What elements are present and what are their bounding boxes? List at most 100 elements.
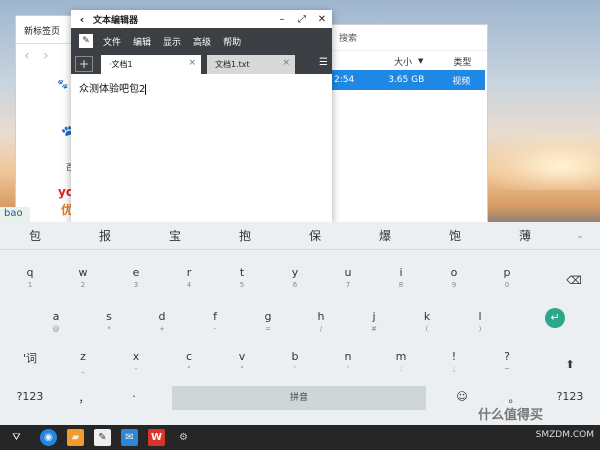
key-e[interactable]: e3 — [110, 258, 162, 294]
key-label: h — [317, 310, 325, 323]
candidate[interactable]: 宝 — [140, 227, 210, 244]
key-k[interactable]: k( — [401, 302, 453, 338]
mail-icon[interactable]: ✉ — [121, 429, 138, 446]
text-editor-window[interactable]: ‹ 文本编辑器 – ⤢ ✕ ✎ 文件 编辑 显示 高级 帮助 + ·文档1 × 文… — [71, 10, 332, 223]
key-v[interactable]: v " — [216, 342, 268, 378]
folder-icon[interactable]: ▰ — [67, 429, 84, 446]
editor-taskbar-icon[interactable]: ✎ — [94, 429, 111, 446]
text-area[interactable]: 众测体验吧包2 — [71, 74, 332, 101]
browser-taskbar-icon[interactable]: ◉ — [40, 429, 57, 446]
tab-list-icon[interactable]: ☰ — [319, 57, 328, 68]
key-o[interactable]: o9 — [428, 258, 480, 294]
backspace-key[interactable]: ⌫ — [548, 266, 600, 302]
settings-gear-icon[interactable]: ⚙ — [175, 429, 192, 446]
minimize-icon[interactable]: – — [272, 14, 292, 25]
key-label: ! — [451, 350, 457, 363]
watermark: 什么值得买 — [478, 408, 544, 423]
key-s[interactable]: s * — [83, 302, 135, 338]
key-secondary: : — [399, 365, 403, 373]
menu-advanced[interactable]: 高级 — [193, 35, 211, 48]
tab-bar: + ·文档1 × 文档1.txt × ☰ — [71, 54, 332, 74]
file-row[interactable]: 2:54 3.65 GB 视频 — [331, 70, 485, 90]
key-secondary: 6 — [292, 281, 298, 289]
key-c[interactable]: c " — [163, 342, 215, 378]
key-secondary: 8 — [398, 281, 404, 289]
menu-view[interactable]: 显示 — [163, 35, 181, 48]
key-symbol[interactable]: '词 — [4, 342, 56, 378]
wps-icon[interactable]: W — [148, 429, 165, 446]
key-label: z — [80, 350, 86, 363]
key-p[interactable]: p0 — [481, 258, 533, 294]
key-w[interactable]: w2 — [57, 258, 109, 294]
key-d[interactable]: d + — [136, 302, 188, 338]
back-icon[interactable]: ‹ — [71, 13, 93, 26]
size-column[interactable]: 大小 — [394, 55, 412, 68]
key-r[interactable]: r4 — [163, 258, 215, 294]
key-u[interactable]: u7 — [322, 258, 374, 294]
key-b[interactable]: b ' — [269, 342, 321, 378]
key-secondary: " — [187, 365, 191, 373]
key-label: i — [399, 266, 403, 279]
key-x[interactable]: x- — [110, 342, 162, 378]
key-n[interactable]: n ' — [322, 342, 374, 378]
key-j[interactable]: j # — [348, 302, 400, 338]
key-secondary: - — [213, 325, 217, 333]
type-column[interactable]: 类型 — [453, 55, 471, 68]
tab-document1[interactable]: ·文档1 × — [101, 55, 201, 74]
candidate[interactable]: 包 — [0, 227, 70, 244]
key-label: b — [291, 350, 299, 363]
close-tab-icon[interactable]: × — [282, 58, 290, 68]
key-label: s — [106, 310, 112, 323]
launcher-icon[interactable]: ⛛ — [8, 429, 25, 446]
tab-document1-txt[interactable]: 文档1.txt × — [207, 55, 295, 74]
baidu-icon-small[interactable]: 🐾 — [56, 78, 70, 92]
key-t[interactable]: t5 — [216, 258, 268, 294]
space-bar[interactable]: 拼音 — [172, 386, 426, 410]
key-g[interactable]: g = — [242, 302, 294, 338]
candidate[interactable]: 报 — [70, 227, 140, 244]
new-tab-button[interactable]: + — [75, 56, 93, 72]
key-y[interactable]: y6 — [269, 258, 321, 294]
key-label: u — [344, 266, 352, 279]
menu-help[interactable]: 帮助 — [223, 35, 241, 48]
forward-arrow-icon[interactable]: › — [43, 48, 49, 64]
symbol-key-left[interactable]: ?123 — [4, 382, 56, 418]
back-arrow-icon[interactable]: ‹ — [24, 48, 30, 64]
symbol-key-right[interactable]: ?123 — [544, 382, 596, 418]
shift-key[interactable]: ⬆ — [544, 350, 596, 386]
key-f[interactable]: f- — [189, 302, 241, 338]
menu-bar: ✎ 文件 编辑 显示 高级 帮助 — [71, 28, 332, 54]
candidate[interactable]: 抱 — [210, 227, 280, 244]
key-z[interactable]: z _ — [57, 342, 109, 378]
key-secondary: 1 — [27, 281, 33, 289]
key-l[interactable]: l) — [454, 302, 506, 338]
key-secondary: ( — [425, 325, 429, 333]
candidate[interactable]: 饱 — [420, 227, 490, 244]
key-symbol[interactable]: !; — [428, 342, 480, 378]
key-q[interactable]: q1 — [4, 258, 56, 294]
candidate[interactable]: 薄 — [490, 227, 560, 244]
key-symbol[interactable]: ? ~ — [481, 342, 533, 378]
file-time: 2:54 — [334, 75, 355, 85]
key-h[interactable]: h / — [295, 302, 347, 338]
expand-candidates-icon[interactable]: ⌄ — [560, 231, 600, 241]
candidate[interactable]: 爆 — [350, 227, 420, 244]
key-secondary: @ — [52, 325, 60, 333]
menu-file[interactable]: 文件 — [103, 35, 121, 48]
key-label: e — [132, 266, 140, 279]
close-tab-icon[interactable]: × — [188, 58, 196, 68]
file-type: 视频 — [452, 76, 471, 87]
key-a[interactable]: a @ — [30, 302, 82, 338]
close-icon[interactable]: ✕ — [312, 14, 332, 25]
maximize-icon[interactable]: ⤢ — [292, 14, 312, 25]
key-m[interactable]: m: — [375, 342, 427, 378]
candidate-bar: 包 报 宝 抱 保 爆 饱 薄 ⌄ — [0, 222, 600, 250]
menu-edit[interactable]: 编辑 — [133, 35, 151, 48]
enter-key[interactable]: ↵ — [545, 308, 565, 328]
candidate[interactable]: 保 — [280, 227, 350, 244]
sort-down-icon[interactable]: ▼ — [418, 57, 423, 65]
editor-content: 众测体验吧包2 — [79, 84, 146, 95]
comma-key[interactable]: ， — [58, 382, 110, 418]
key-i[interactable]: i8 — [375, 258, 427, 294]
dot-key[interactable]: · — [108, 382, 160, 418]
